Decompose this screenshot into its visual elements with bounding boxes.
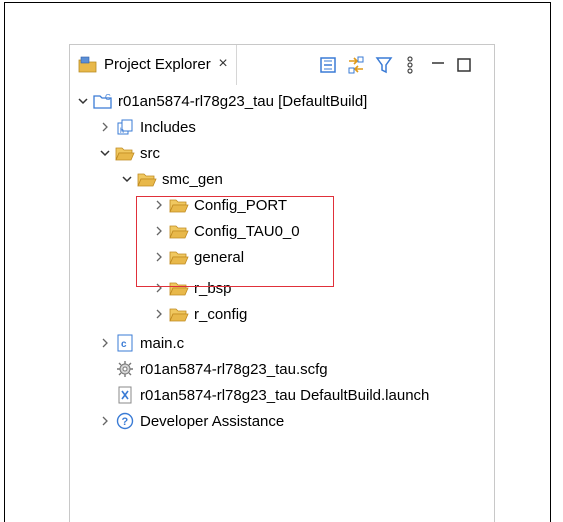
- tree-item-label: r01an5874-rl78g23_tau [DefaultBuild]: [118, 92, 368, 110]
- link-with-editor-icon[interactable]: [346, 55, 366, 75]
- chevron-right-icon[interactable]: [98, 414, 112, 428]
- tree-item-label: src: [140, 144, 160, 162]
- tree-item-label: Developer Assistance: [140, 412, 285, 430]
- tree-item-project[interactable]: C r01an5874-rl78g23_tau [DefaultBuild]: [76, 88, 367, 114]
- tree-item-includes[interactable]: h Includes: [98, 114, 196, 140]
- minimize-icon[interactable]: [428, 55, 448, 75]
- tab-bar: Project Explorer ×: [70, 45, 494, 85]
- tree-item-src[interactable]: src: [98, 140, 160, 166]
- chevron-down-icon[interactable]: [98, 146, 112, 160]
- view-menu-icon[interactable]: [400, 55, 420, 75]
- tree-item-developer-assistance[interactable]: ? Developer Assistance: [98, 408, 284, 434]
- tree-item-main-c[interactable]: c main.c: [98, 330, 184, 356]
- project-explorer-icon: [78, 56, 97, 73]
- svg-text:?: ?: [122, 416, 129, 428]
- tree-item-launch[interactable]: r01an5874-rl78g23_tau DefaultBuild.launc…: [115, 382, 429, 408]
- svg-text:h: h: [120, 128, 124, 135]
- c-project-icon: C: [93, 93, 112, 109]
- svg-text:c: c: [121, 339, 127, 350]
- tree-item-label: main.c: [140, 334, 185, 352]
- open-folder-icon: [115, 147, 135, 161]
- help-icon: ?: [116, 412, 134, 430]
- open-folder-icon: [169, 308, 189, 322]
- chevron-down-icon[interactable]: [76, 94, 90, 108]
- tree-item-r-config[interactable]: r_config: [152, 301, 247, 327]
- c-source-file-icon: c: [117, 334, 133, 352]
- tab-label: Project Explorer: [104, 56, 211, 73]
- highlight-box: [136, 196, 334, 287]
- launch-config-icon: [118, 386, 132, 404]
- tree-item-label: r01an5874-rl78g23_tau DefaultBuild.launc…: [140, 386, 430, 404]
- tree-item-label: r_config: [194, 305, 248, 323]
- includes-icon: h: [117, 119, 133, 135]
- collapse-all-icon[interactable]: [318, 55, 338, 75]
- tab-project-explorer[interactable]: Project Explorer ×: [70, 45, 237, 85]
- close-icon[interactable]: ×: [214, 54, 232, 74]
- chevron-right-icon[interactable]: [152, 307, 166, 321]
- tree-item-label: r01an5874-rl78g23_tau.scfg: [140, 360, 328, 378]
- tree-item-scfg[interactable]: r01an5874-rl78g23_tau.scfg: [115, 356, 328, 382]
- svg-text:C: C: [105, 93, 111, 102]
- chevron-right-icon[interactable]: [98, 120, 112, 134]
- chevron-down-icon[interactable]: [120, 172, 134, 186]
- tree-item-smc-gen[interactable]: smc_gen: [120, 166, 223, 192]
- filter-icon[interactable]: [374, 55, 394, 75]
- tree-item-label: Includes: [140, 118, 196, 136]
- open-folder-icon: [137, 173, 157, 187]
- chevron-right-icon[interactable]: [98, 336, 112, 350]
- maximize-icon[interactable]: [454, 55, 474, 75]
- project-tree: C r01an5874-rl78g23_tau [DefaultBuild] h…: [70, 85, 494, 505]
- tree-item-label: smc_gen: [162, 170, 223, 188]
- gear-icon: [117, 361, 133, 377]
